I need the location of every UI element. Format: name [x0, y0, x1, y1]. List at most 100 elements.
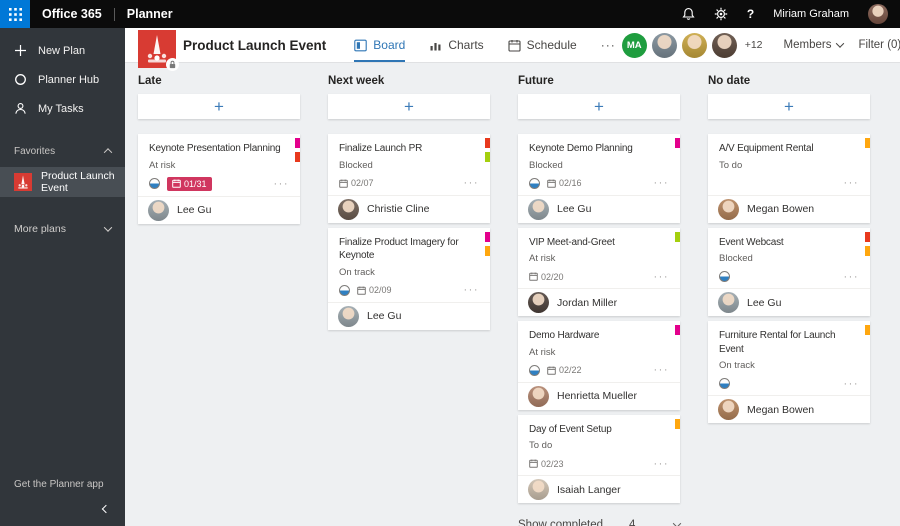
tab-charts[interactable]: Charts	[429, 28, 484, 62]
card-more-button[interactable]: ···	[844, 378, 860, 389]
label-chip	[485, 245, 490, 256]
comment-icon	[719, 271, 730, 282]
plan-header-right: MA +12 Members Filter (0) Group by Due d…	[621, 32, 900, 58]
card-more-button[interactable]: ···	[654, 178, 670, 189]
member-avatar[interactable]	[711, 32, 737, 58]
label-chip	[295, 138, 300, 148]
label-chip	[865, 325, 870, 335]
sidebar-collapse-button[interactable]	[95, 498, 117, 520]
gear-icon	[714, 7, 728, 21]
add-task-button[interactable]: +	[708, 94, 870, 119]
get-planner-app-link[interactable]: Get the Planner app	[14, 479, 104, 490]
sidebar-item-my-tasks[interactable]: My Tasks	[0, 94, 125, 123]
card-more-button[interactable]: ···	[844, 271, 860, 282]
settings-button[interactable]	[714, 7, 728, 21]
card-more-button[interactable]: ···	[654, 458, 670, 469]
due-date-badge: 02/07	[339, 178, 374, 188]
assignee-avatar[interactable]	[338, 198, 359, 220]
comment-icon	[529, 177, 540, 189]
bucket-column-late: Late + Keynote Presentation Planning At …	[138, 75, 300, 526]
notifications-button[interactable]	[682, 7, 695, 21]
assignee-avatar[interactable]	[148, 199, 169, 221]
sidebar-item-product-launch-event[interactable]: Product Launch Event	[0, 167, 125, 197]
tab-board[interactable]: Board	[354, 28, 406, 62]
task-title: VIP Meet-and-Greet	[529, 236, 615, 248]
due-date: 01/31	[184, 178, 207, 189]
task-card[interactable]: Event Webcast Blocked ··· Lee Gu	[708, 227, 870, 316]
card-more-button[interactable]: ···	[654, 271, 670, 282]
label-chips	[675, 325, 680, 335]
card-more-button[interactable]: ···	[464, 285, 480, 296]
assignee-avatar[interactable]	[718, 292, 739, 313]
comment-icon	[719, 378, 730, 389]
card-more-button[interactable]: ···	[844, 178, 860, 189]
task-card[interactable]: Finalize Launch PR Blocked 02/07 ··· Chr…	[328, 134, 490, 223]
task-card[interactable]: VIP Meet-and-Greet At risk 02/20 ··· Jor…	[518, 227, 680, 316]
calendar-icon	[508, 39, 521, 52]
assignee-name: Lee Gu	[177, 204, 212, 216]
comment-icon	[339, 284, 350, 296]
task-title: Day of Event Setup	[529, 423, 612, 435]
task-status: To do	[719, 159, 743, 171]
card-footer: Lee Gu	[328, 301, 490, 330]
task-status: On track	[339, 266, 375, 278]
app-name-link[interactable]: Planner	[127, 7, 173, 21]
assignee-avatar[interactable]	[338, 305, 359, 327]
tab-schedule[interactable]: Schedule	[508, 28, 577, 62]
label-chips	[485, 138, 490, 162]
member-overflow-count[interactable]: +12	[745, 39, 763, 51]
card-more-button[interactable]: ···	[274, 178, 290, 189]
due-date-badge: 01/31	[167, 176, 212, 191]
label-chip	[485, 152, 490, 162]
assignee-avatar[interactable]	[718, 198, 739, 220]
help-button[interactable]: ?	[747, 7, 754, 21]
charts-icon	[429, 39, 442, 52]
office-brand-link[interactable]: Office 365	[42, 7, 102, 21]
sidebar-item-new-plan[interactable]: New Plan	[0, 36, 125, 65]
task-card[interactable]: Demo Hardware At risk 02/22 ··· Henriett…	[518, 321, 680, 410]
assignee-avatar[interactable]	[528, 198, 549, 220]
member-avatar-initials[interactable]: MA	[621, 32, 647, 58]
task-card[interactable]: Keynote Demo Planning Blocked 02/16 ···	[518, 134, 680, 223]
member-avatar[interactable]	[651, 32, 677, 58]
assignee-avatar[interactable]	[528, 479, 549, 500]
add-task-button[interactable]: +	[518, 94, 680, 119]
task-card[interactable]: Keynote Presentation Planning At risk 01…	[138, 134, 300, 224]
plan-title: Product Launch Event	[183, 37, 327, 53]
label-chips	[485, 231, 490, 256]
tabs-overflow-button[interactable]: ···	[601, 28, 616, 62]
chevron-down-icon	[836, 39, 845, 48]
assignee-avatar[interactable]	[528, 292, 549, 313]
task-card[interactable]: Furniture Rental for Launch Event On tra…	[708, 321, 870, 423]
sidebar-item-planner-hub[interactable]: Planner Hub	[0, 65, 125, 94]
task-card[interactable]: Finalize Product Imagery for Keynote On …	[328, 227, 490, 330]
favorites-section-toggle[interactable]: Favorites	[0, 141, 125, 161]
task-status: At risk	[529, 253, 556, 264]
card-more-button[interactable]: ···	[654, 365, 670, 376]
filter-dropdown[interactable]: Filter (0)	[858, 39, 900, 51]
more-plans-toggle[interactable]: More plans	[0, 219, 125, 239]
topbar-user-avatar[interactable]	[868, 4, 888, 24]
label-chip	[485, 231, 490, 242]
task-title: Event Webcast	[719, 236, 784, 248]
assignee-name: Isaiah Langer	[557, 483, 621, 496]
completed-count: 4	[629, 519, 636, 526]
task-card[interactable]: Day of Event Setup To do 02/23 ··· Isaia…	[518, 414, 680, 503]
add-task-button[interactable]: +	[138, 94, 300, 119]
show-completed-toggle[interactable]: Show completed 4	[518, 519, 682, 526]
topbar-user-name[interactable]: Miriam Graham	[773, 8, 849, 20]
due-date-badge: 02/20	[529, 272, 564, 282]
label-chip	[865, 231, 870, 242]
bell-icon	[682, 7, 695, 21]
show-completed-label: Show completed	[518, 519, 604, 526]
task-title: Finalize Product Imagery for Keynote	[339, 236, 459, 262]
app-launcher-button[interactable]	[0, 0, 30, 28]
assignee-avatar[interactable]	[718, 399, 739, 420]
assignee-avatar[interactable]	[528, 385, 549, 407]
task-card[interactable]: A/V Equipment Rental To do ··· Megan Bow…	[708, 134, 870, 223]
add-task-button[interactable]: +	[328, 94, 490, 119]
members-dropdown[interactable]: Members	[784, 39, 845, 51]
member-avatar[interactable]	[681, 32, 707, 58]
card-more-button[interactable]: ···	[464, 178, 480, 189]
assignee-name: Henrietta Mueller	[557, 390, 637, 402]
